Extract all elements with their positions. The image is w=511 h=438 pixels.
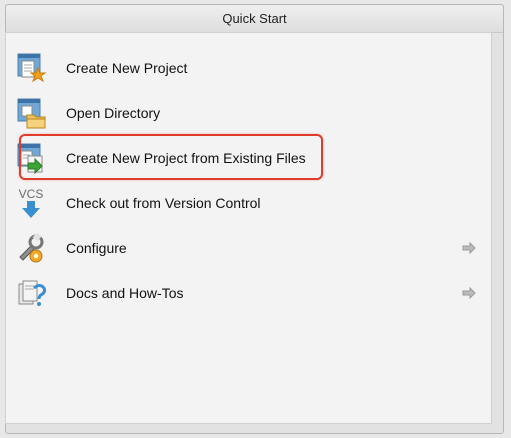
configure-item[interactable]: Configure <box>14 229 480 267</box>
new-project-icon <box>14 51 48 85</box>
vcs-icon: VCS <box>14 186 48 220</box>
vcs-icon-text: VCS <box>19 187 44 201</box>
import-project-label: Create New Project from Existing Files <box>66 150 306 166</box>
create-new-project-item[interactable]: Create New Project <box>14 49 480 87</box>
import-project-icon <box>14 141 48 175</box>
configure-label: Configure <box>66 240 127 256</box>
open-directory-item[interactable]: Open Directory <box>14 94 480 132</box>
quick-start-header: Quick Start <box>6 5 503 33</box>
open-directory-icon <box>14 96 48 130</box>
open-directory-label: Open Directory <box>66 105 161 121</box>
create-new-project-label: Create New Project <box>66 60 188 76</box>
vcs-checkout-item[interactable]: VCS Check out from Version Control <box>14 184 480 222</box>
configure-icon <box>14 231 48 265</box>
docs-item[interactable]: Docs and How-Tos <box>14 274 480 312</box>
docs-arrow-icon[interactable] <box>462 286 476 300</box>
quick-start-title: Quick Start <box>222 11 287 26</box>
vcs-checkout-label: Check out from Version Control <box>66 195 261 211</box>
configure-arrow-icon[interactable] <box>462 241 476 255</box>
docs-icon <box>14 276 48 310</box>
docs-label: Docs and How-Tos <box>66 285 184 301</box>
import-project-item[interactable]: Create New Project from Existing Files <box>14 139 480 177</box>
quick-start-panel <box>5 32 492 424</box>
